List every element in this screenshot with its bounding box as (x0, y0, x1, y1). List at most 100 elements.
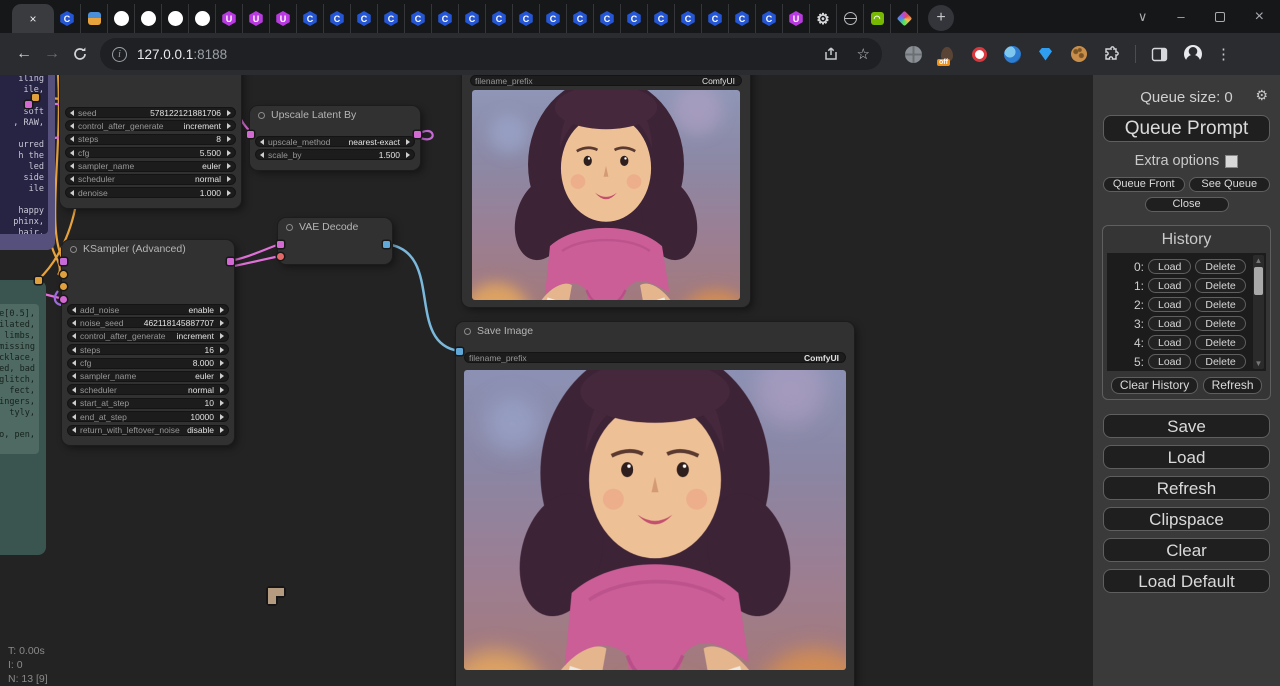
ksampler-negative-input-dot[interactable] (60, 283, 67, 290)
upscale-latent-output-dot[interactable] (414, 131, 421, 138)
browser-tab[interactable] (837, 4, 864, 33)
browser-tab[interactable] (162, 4, 189, 33)
node-widget[interactable]: cfg 8.000 (67, 358, 229, 369)
increment-arrow-icon[interactable] (220, 427, 224, 433)
opera-ring-extension-icon[interactable] (970, 45, 989, 64)
node-ksampler[interactable]: seed 578122121881706 control_after_gener… (60, 75, 241, 208)
node-upscale-latent-by[interactable]: Upscale Latent By upscale_method nearest… (250, 106, 420, 170)
node-save-image-top[interactable]: filename_prefix ComfyUI (462, 75, 750, 307)
address-bar[interactable]: i 127.0.0.1:8188 ☆ (100, 38, 882, 70)
history-scrollbar[interactable]: ▲ ▼ (1253, 255, 1264, 369)
browser-tab[interactable] (216, 4, 243, 33)
decrement-arrow-icon[interactable] (72, 373, 76, 379)
node-widget[interactable]: start_at_step 10 (67, 398, 229, 409)
menu-action-button[interactable]: Load (1103, 445, 1270, 469)
browser-tab[interactable] (756, 4, 783, 33)
history-load-button[interactable]: Load (1148, 259, 1191, 274)
history-load-button[interactable]: Load (1148, 278, 1191, 293)
browser-tab[interactable] (135, 4, 162, 33)
extensions-puzzle-icon[interactable] (1102, 45, 1121, 64)
decrement-arrow-icon[interactable] (70, 123, 74, 129)
tab-search-chevron-icon[interactable]: ∨ (1138, 9, 1148, 25)
increment-arrow-icon[interactable] (220, 347, 224, 353)
increment-arrow-icon[interactable] (227, 176, 231, 182)
node-widget[interactable]: control_after_generate increment (67, 331, 229, 342)
node-widget[interactable]: steps 8 (65, 134, 236, 145)
blue-gem-extension-icon[interactable] (1036, 45, 1055, 64)
increment-arrow-icon[interactable] (227, 110, 231, 116)
url-text[interactable]: 127.0.0.1:8188 (137, 47, 227, 62)
increment-arrow-icon[interactable] (220, 373, 224, 379)
decrement-arrow-icon[interactable] (70, 110, 74, 116)
node-widget[interactable]: cfg 5.500 (65, 147, 236, 158)
node-collapse-dot[interactable] (70, 246, 77, 253)
browser-tab[interactable] (351, 4, 378, 33)
node-widget[interactable]: add_noise enable (67, 304, 229, 315)
node-collapse-dot[interactable] (258, 112, 265, 119)
see-queue-button[interactable]: See Queue (1189, 177, 1271, 192)
increment-arrow-icon[interactable] (220, 320, 224, 326)
browser-tab[interactable] (189, 4, 216, 33)
decrement-arrow-icon[interactable] (70, 136, 74, 142)
ksampler-model-input-dot[interactable] (60, 258, 67, 265)
corner-handle[interactable] (268, 588, 284, 604)
clear-history-button[interactable]: Clear History (1111, 377, 1198, 394)
close-button[interactable]: Close (1145, 197, 1229, 212)
node-widget[interactable]: scale_by 1.500 (255, 149, 415, 160)
vae-samples-input-dot[interactable] (277, 241, 284, 248)
ksampler-latent-output-dot[interactable] (227, 258, 234, 265)
decrement-arrow-icon[interactable] (72, 427, 76, 433)
node-vae-decode[interactable]: VAE Decode (278, 218, 392, 264)
decrement-arrow-icon[interactable] (72, 333, 76, 339)
node-widget[interactable]: scheduler normal (65, 174, 236, 185)
browser-tab[interactable] (243, 4, 270, 33)
node-widget[interactable]: seed 578122121881706 (65, 107, 236, 118)
node-widget[interactable]: control_after_generate increment (65, 120, 236, 131)
vae-image-output-dot[interactable] (383, 241, 390, 248)
history-delete-button[interactable]: Delete (1195, 316, 1245, 331)
node-widget[interactable]: denoise 1.000 (65, 187, 236, 198)
browser-tab[interactable] (405, 4, 432, 33)
node-collapse-dot[interactable] (464, 328, 471, 335)
ksampler-latent-input-dot[interactable] (60, 296, 67, 303)
reload-button[interactable] (66, 40, 94, 68)
active-tab[interactable]: × (12, 4, 54, 33)
menu-action-button[interactable]: Clipspace (1103, 507, 1270, 531)
node-widget[interactable]: upscale_method nearest-exact (255, 136, 415, 147)
site-info-icon[interactable]: i (112, 47, 127, 62)
decrement-arrow-icon[interactable] (72, 414, 76, 420)
negative-prompt-text[interactable]: ve[0.5],utilated,limbs,, missing, neckla… (0, 304, 39, 454)
flame-off-extension-icon[interactable]: off (937, 45, 956, 64)
node-widget[interactable]: noise_seed 462118145887707 (67, 317, 229, 328)
node-widget[interactable]: sampler_name euler (65, 161, 236, 172)
share-icon[interactable] (823, 46, 839, 62)
increment-arrow-icon[interactable] (406, 152, 410, 158)
positive-prompt-text[interactable]: ilingile,soft, RAW,urredh theledsideileh… (0, 75, 48, 234)
node-widget[interactable]: end_at_step 10000 (67, 411, 229, 422)
browser-tab[interactable] (432, 4, 459, 33)
increment-arrow-icon[interactable] (220, 414, 224, 420)
increment-arrow-icon[interactable] (220, 307, 224, 313)
history-delete-button[interactable]: Delete (1195, 354, 1245, 369)
browser-tab[interactable] (864, 4, 891, 33)
browser-tab[interactable] (675, 4, 702, 33)
browser-tab[interactable] (891, 4, 918, 33)
increment-arrow-icon[interactable] (227, 163, 231, 169)
back-button[interactable]: ← (10, 40, 38, 68)
decrement-arrow-icon[interactable] (70, 190, 74, 196)
decrement-arrow-icon[interactable] (70, 163, 74, 169)
browser-tab[interactable] (81, 4, 108, 33)
history-load-button[interactable]: Load (1148, 316, 1191, 331)
new-tab-button[interactable]: + (928, 5, 954, 31)
history-delete-button[interactable]: Delete (1195, 335, 1245, 350)
decrement-arrow-icon[interactable] (72, 400, 76, 406)
browser-tab[interactable] (378, 4, 405, 33)
node-widget[interactable]: return_with_leftover_noise disable (67, 425, 229, 436)
history-refresh-button[interactable]: Refresh (1203, 377, 1262, 394)
close-window-icon[interactable]: × (1255, 8, 1264, 26)
decrement-arrow-icon[interactable] (260, 152, 264, 158)
increment-arrow-icon[interactable] (227, 190, 231, 196)
decrement-arrow-icon[interactable] (72, 387, 76, 393)
settings-gear-icon[interactable]: ⚙ (1255, 87, 1268, 104)
restore-window-icon[interactable] (1215, 12, 1225, 22)
